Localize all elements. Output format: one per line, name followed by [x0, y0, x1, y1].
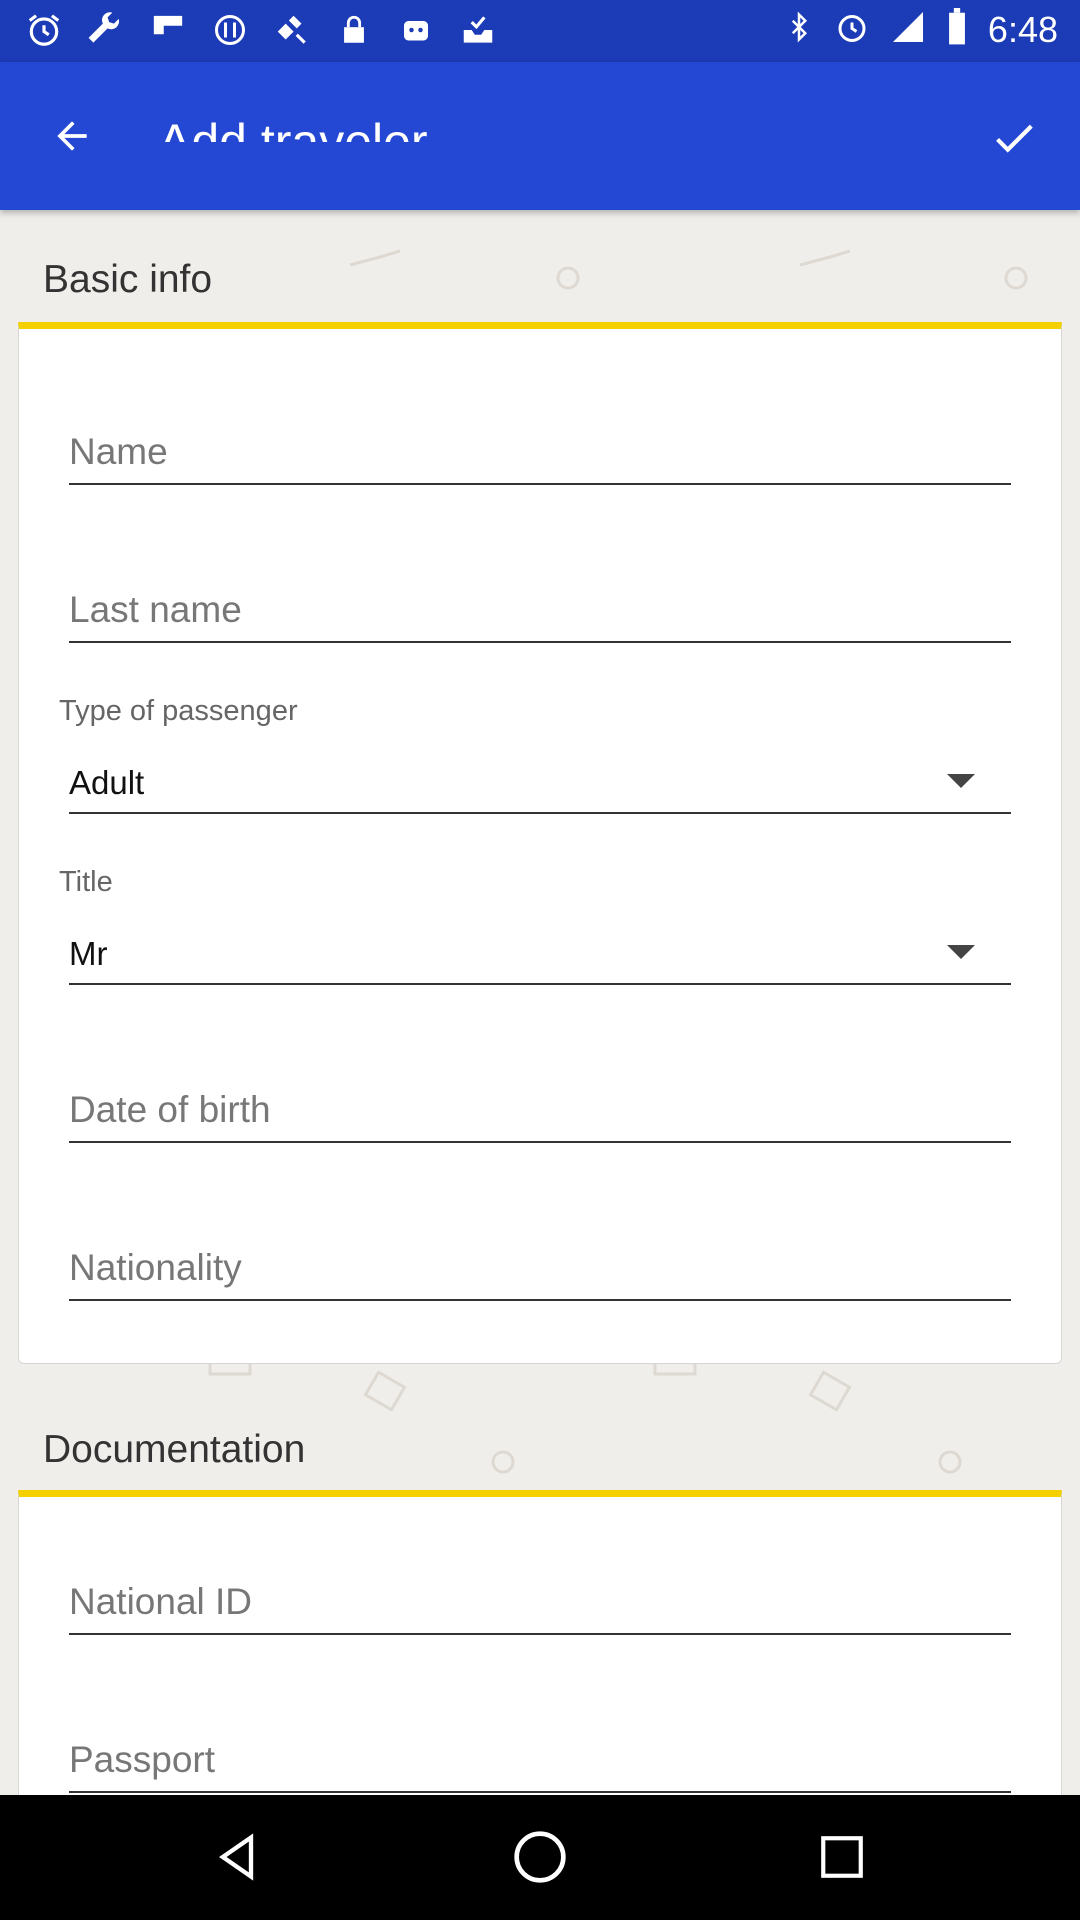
national-id-placeholder: National ID [69, 1581, 253, 1622]
nav-back-button[interactable] [206, 1825, 270, 1889]
status-bar: 6:48 [0, 0, 1080, 62]
passenger-type-select[interactable]: Adult [69, 756, 1011, 814]
signal-icon [890, 9, 926, 50]
dropdown-arrow-icon [947, 945, 975, 959]
basic-info-card: Name Last name Type of passenger Adult T… [18, 322, 1062, 1364]
documentation-card: National ID Passport [18, 1490, 1062, 1828]
satellite-icon [272, 10, 312, 50]
circle-home-icon [514, 1831, 566, 1883]
page-title: Add traveler [158, 114, 428, 142]
bluetooth-icon [784, 8, 814, 51]
passport-field[interactable]: Passport [69, 1735, 1011, 1793]
nav-home-button[interactable] [508, 1825, 572, 1889]
nav-recents-button[interactable] [810, 1825, 874, 1889]
date-of-birth-placeholder: Date of birth [69, 1089, 271, 1130]
passenger-type-value: Adult [69, 764, 145, 801]
confirm-button[interactable] [982, 106, 1046, 170]
lock-icon [334, 10, 374, 50]
inbox-check-icon [458, 10, 498, 50]
passenger-type-label: Type of passenger [59, 695, 298, 727]
triangle-back-icon [219, 1833, 254, 1881]
dropdown-arrow-icon [947, 774, 975, 788]
square-recents-icon [821, 1836, 863, 1878]
robot-icon [396, 10, 436, 50]
arrow-back-icon [57, 121, 87, 151]
title-label: Title [59, 866, 113, 898]
last-name-field[interactable]: Last name [69, 585, 1011, 643]
passport-placeholder: Passport [69, 1739, 216, 1780]
title-value: Mr [69, 935, 108, 972]
national-id-field[interactable]: National ID [69, 1577, 1011, 1635]
alarm-icon [24, 10, 64, 50]
clock: 6:48 [987, 8, 1058, 50]
navigation-bar [0, 1795, 1080, 1920]
last-name-placeholder: Last name [69, 589, 242, 630]
basic-info-heading: Basic info [43, 258, 213, 301]
app-bar: Add traveler [0, 62, 1080, 210]
title-select[interactable]: Mr [69, 927, 1011, 985]
check-icon [996, 124, 1033, 153]
name-field[interactable]: Name [69, 427, 1011, 485]
documentation-heading: Documentation [43, 1428, 306, 1471]
name-placeholder: Name [69, 431, 168, 472]
wrench-icon [86, 10, 126, 50]
flipboard-icon [148, 10, 188, 50]
battery-icon [946, 8, 968, 51]
nationality-field[interactable]: Nationality [69, 1243, 1011, 1301]
nationality-placeholder: Nationality [69, 1247, 242, 1288]
alarm-icon [834, 9, 870, 50]
settings-icon [210, 10, 250, 50]
date-of-birth-field[interactable]: Date of birth [69, 1085, 1011, 1143]
back-button[interactable] [42, 106, 102, 166]
